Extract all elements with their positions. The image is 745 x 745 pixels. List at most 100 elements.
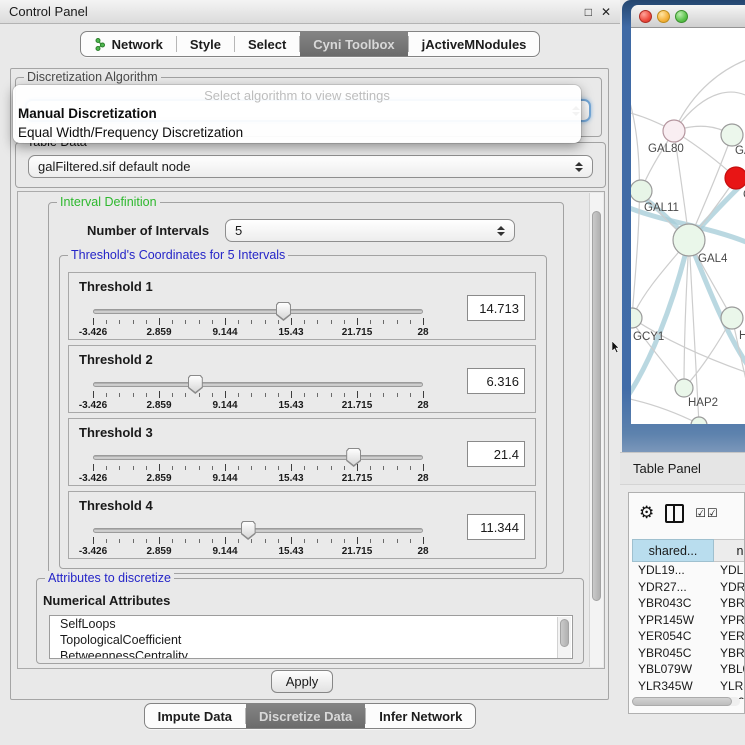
number-of-intervals-combobox[interactable]: 5 [225, 219, 515, 242]
network-node-gcy1[interactable] [631, 308, 642, 328]
close-icon[interactable]: ✕ [601, 5, 611, 19]
table-cell-name: YER0 [714, 629, 745, 643]
tab-discretize-data[interactable]: Discretize Data [246, 704, 365, 728]
tick-label: -3.426 [79, 473, 107, 484]
numerical-attributes-list[interactable]: SelfLoopsTopologicalCoefficientBetweenne… [49, 615, 573, 659]
tick-mark [119, 466, 120, 470]
network-node-label: GAL4 [698, 253, 728, 265]
threshold-value-field[interactable]: 6.316 [467, 368, 525, 394]
tick-mark [370, 393, 371, 397]
float-window-icon[interactable]: □ [585, 5, 592, 19]
tick-mark [278, 539, 279, 543]
tick-mark [172, 466, 173, 470]
tick-mark [410, 466, 411, 470]
network-node-gal80[interactable] [663, 120, 685, 142]
threshold-coordinates-group: Threshold's Coordinates for 5 Intervals … [59, 255, 547, 569]
network-node-hap2[interactable] [675, 379, 693, 397]
tick-mark [225, 464, 226, 471]
tab-impute-data[interactable]: Impute Data [145, 704, 245, 728]
column-header-shared-name[interactable]: shared... [632, 539, 714, 562]
combo-stepper-icon [575, 162, 583, 172]
network-node-ga[interactable] [721, 124, 743, 146]
tick-label: 28 [417, 327, 428, 338]
table-cell-name: YBR0 [714, 596, 745, 610]
tick-mark [251, 539, 252, 543]
network-edge[interactable] [631, 88, 639, 318]
table-row[interactable]: YER054CYER0 [632, 628, 745, 645]
tick-mark [317, 393, 318, 397]
settings-scrollbar-thumb[interactable] [592, 211, 601, 601]
slider-tick-labels: -3.4262.8599.14415.4321.71528 [93, 473, 423, 485]
table-row[interactable]: YBR045CYBR0 [632, 645, 745, 662]
tab-select[interactable]: Select [235, 32, 299, 56]
list-scrollbar-thumb[interactable] [560, 619, 569, 647]
threshold-value-field[interactable]: 11.344 [467, 514, 525, 540]
table-data-combobox[interactable]: galFiltered.sif default node [28, 155, 593, 178]
slider-tick-row [93, 537, 423, 545]
table-row[interactable]: YBR043CYBR0 [632, 595, 745, 612]
threshold-slider[interactable]: -3.4262.8599.14415.4321.71528 [93, 524, 423, 558]
table-row[interactable]: YDR27...YDR2 [632, 579, 745, 596]
network-node-gal4[interactable] [673, 224, 705, 256]
gear-icon[interactable]: ⚙ [639, 505, 654, 522]
slider-tick-row [93, 318, 423, 326]
traffic-light-red[interactable] [639, 10, 652, 23]
split-columns-icon[interactable] [665, 504, 684, 523]
traffic-light-yellow[interactable] [657, 10, 670, 23]
column-header-name[interactable]: na [714, 539, 745, 562]
tick-mark [370, 466, 371, 470]
list-scrollbar[interactable] [557, 617, 571, 659]
network-edge[interactable] [689, 135, 732, 240]
tick-mark [397, 539, 398, 543]
tick-mark [423, 318, 424, 325]
tab-infer-network[interactable]: Infer Network [366, 704, 475, 728]
threshold-slider[interactable]: -3.4262.8599.14415.4321.71528 [93, 305, 423, 339]
network-canvas[interactable]: GAL80GACGAL11GAL4GCY1HHAP2 [631, 28, 745, 424]
threshold-value-field[interactable]: 14.713 [467, 295, 525, 321]
traffic-light-green[interactable] [675, 10, 688, 23]
threshold-slider[interactable]: -3.4262.8599.14415.4321.71528 [93, 451, 423, 485]
threshold-value-field[interactable]: 21.4 [467, 441, 525, 467]
network-node-gal11[interactable] [631, 180, 652, 202]
table-hscrollbar-thumb[interactable] [632, 697, 732, 706]
network-icon [94, 38, 107, 51]
tick-mark [423, 464, 424, 471]
apply-button[interactable]: Apply [271, 670, 333, 693]
table-header-row: shared... na [632, 539, 745, 562]
table-cell-shared-name: YBR043C [632, 596, 714, 610]
tick-mark [238, 466, 239, 470]
interval-definition-group: Interval Definition Number of Intervals … [48, 202, 564, 574]
algorithm-option-manual-discretization[interactable]: Manual Discretization [13, 105, 581, 124]
tab-style[interactable]: Style [177, 32, 234, 56]
tick-label: 9.144 [212, 473, 237, 484]
list-item-betweennesscentrality[interactable]: BetweennessCentrality [50, 648, 572, 659]
tab-network[interactable]: Network [81, 32, 176, 56]
tab-pill: NetworkStyleSelectCyni ToolboxjActiveMNo… [80, 31, 541, 57]
list-item-selfloops[interactable]: SelfLoops [50, 616, 572, 632]
tick-mark [331, 466, 332, 470]
settings-scrollbar[interactable] [589, 193, 603, 667]
network-node[interactable] [691, 417, 707, 424]
node-table: shared... na YDL19...YDL1YDR27...YDR2YBR… [632, 539, 745, 699]
tick-mark [199, 539, 200, 543]
table-hscrollbar[interactable] [632, 697, 740, 706]
select-columns-icon[interactable]: ☑☑ [695, 506, 719, 520]
tab-cyni-toolbox[interactable]: Cyni Toolbox [300, 32, 407, 56]
table-row[interactable]: YBL079WYBL0 [632, 661, 745, 678]
network-node-c[interactable] [725, 167, 745, 189]
tick-label: 21.715 [342, 473, 373, 484]
dropdown-hint: Select algorithm to view settings [13, 85, 581, 105]
threshold-slider[interactable]: -3.4262.8599.14415.4321.71528 [93, 378, 423, 412]
tick-mark [383, 466, 384, 470]
tick-mark [383, 393, 384, 397]
network-edge[interactable] [674, 58, 745, 131]
tab-jactivemnodules[interactable]: jActiveMNodules [409, 32, 540, 56]
table-row[interactable]: YLR345WYLR3 [632, 678, 745, 695]
table-row[interactable]: YPR145WYPR1 [632, 612, 745, 629]
threshold-panel: Threshold 2-3.4262.8599.14415.4321.71528… [68, 345, 536, 413]
tick-label: 21.715 [342, 400, 373, 411]
network-node-h[interactable] [721, 307, 743, 329]
table-row[interactable]: YDL19...YDL1 [632, 562, 745, 579]
algorithm-option-equal-width-frequency-discretization[interactable]: Equal Width/Frequency Discretization [13, 124, 581, 143]
list-item-topologicalcoefficient[interactable]: TopologicalCoefficient [50, 632, 572, 648]
